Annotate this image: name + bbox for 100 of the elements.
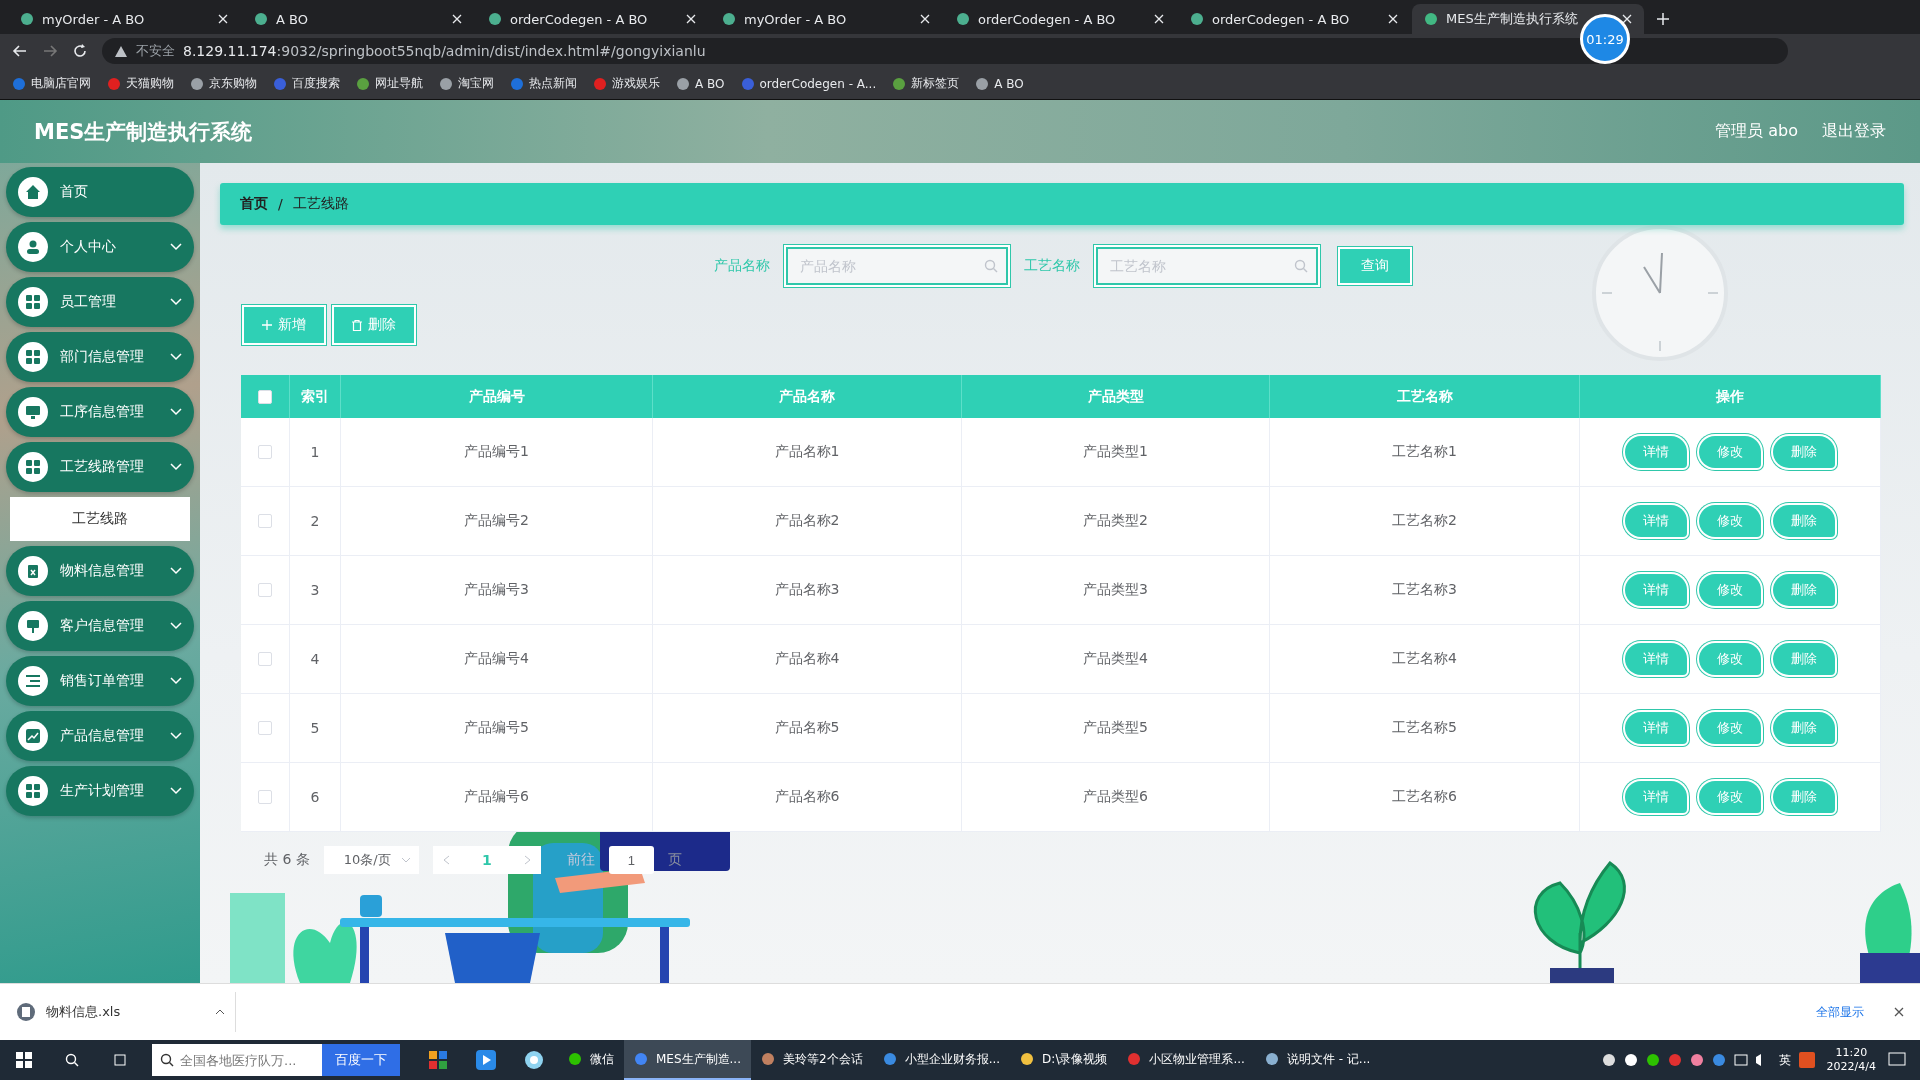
browser-tab[interactable]: orderCodegen - A BO <box>476 4 708 34</box>
taskbar-app[interactable]: 小型企业财务报... <box>872 1040 1011 1080</box>
grid-icon <box>25 783 41 799</box>
app-icon <box>568 1052 582 1066</box>
browser-tab[interactable]: orderCodegen - A BO <box>944 4 1176 34</box>
row-checkbox[interactable] <box>258 583 272 597</box>
sidebar-item[interactable]: 个人中心 <box>6 222 194 272</box>
browser-tab[interactable]: myOrder - A BO <box>710 4 942 34</box>
table-cell: 产品类型5 <box>962 694 1270 763</box>
play-icon[interactable] <box>476 1050 496 1070</box>
taskbar-search-field[interactable]: 全国各地医疗队万... <box>152 1044 322 1076</box>
row-checkbox[interactable] <box>258 514 272 528</box>
table-cell: 工艺名称2 <box>1270 487 1580 556</box>
bookmark-icon <box>892 76 907 91</box>
windows-start-icon[interactable] <box>16 1052 32 1068</box>
goto-label: 前往 <box>566 851 595 869</box>
browser-tab[interactable]: myOrder - A BO <box>8 4 240 34</box>
sidebar-item[interactable]: 生产计划管理 <box>6 766 194 816</box>
download-item[interactable]: 物料信息.xls <box>16 992 236 1032</box>
sidebar-item[interactable]: 客户信息管理 <box>6 601 194 651</box>
bookmark[interactable]: 百度搜索 <box>273 75 340 92</box>
column-header: 产品编号 <box>341 375 653 418</box>
taskbar-clock[interactable]: 11:20 2022/4/4 <box>1826 1045 1876 1075</box>
page-size-select[interactable]: 10条/页 <box>323 846 419 874</box>
bookmark[interactable]: 京东购物 <box>190 75 257 92</box>
sidebar-subitem[interactable]: 工艺线路 <box>10 497 190 541</box>
browser-tab[interactable]: A BO <box>242 4 474 34</box>
chevron-down-icon <box>170 567 182 575</box>
bookmark[interactable]: 网址导航 <box>356 75 423 92</box>
ime-indicator[interactable]: 英 <box>1778 1051 1791 1069</box>
app-icon <box>1020 1052 1035 1066</box>
chevron-up-icon[interactable] <box>215 1009 225 1015</box>
table-cell: 4 <box>290 625 341 694</box>
taskbar-app[interactable]: 微信 <box>558 1040 624 1080</box>
back-icon[interactable] <box>12 43 28 59</box>
bookmark[interactable]: 新标签页 <box>892 75 960 92</box>
row-checkbox[interactable] <box>258 721 272 735</box>
url-text: 8.129.11.174:9032/springboot55nqb/admin/dist/index.html#/gongyixianlu <box>183 43 706 59</box>
app-icon <box>761 1052 775 1066</box>
table-cell: 6 <box>290 763 341 832</box>
bookmark[interactable]: orderCodegen - A... <box>740 76 877 91</box>
sidebar-item[interactable]: 工序信息管理 <box>6 387 194 437</box>
forward-icon[interactable] <box>42 43 58 59</box>
goto-page-field[interactable]: 1 <box>608 846 654 874</box>
taskbar-app[interactable]: 小区物业管理系... <box>1117 1040 1255 1080</box>
chevron-down-icon <box>170 408 182 416</box>
bookmark-icon <box>439 76 453 91</box>
taskbar-app[interactable]: MES生产制造... <box>624 1040 751 1080</box>
sidebar-item[interactable]: 首页 <box>6 167 194 217</box>
sidebar-item[interactable]: 部门信息管理 <box>6 332 194 382</box>
sidebar-item[interactable]: 销售订单管理 <box>6 656 194 706</box>
bookmark[interactable]: A BO <box>676 76 725 91</box>
sidebar-item[interactable]: 工艺线路管理 <box>6 442 194 492</box>
monitor-icon <box>25 404 41 420</box>
bookmark[interactable]: 热点新闻 <box>510 75 577 92</box>
row-checkbox[interactable] <box>258 790 272 804</box>
select-all-checkbox[interactable] <box>258 389 272 404</box>
reload-icon[interactable] <box>72 43 88 59</box>
user-name: 管理员 abo <box>1715 121 1798 142</box>
browser-tab[interactable]: MES生产制造执行系统 <box>1412 4 1644 34</box>
table-cell: 1 <box>290 418 341 487</box>
breadcrumb-current: 工艺线路 <box>292 195 349 213</box>
table-cell: 工艺名称4 <box>1270 625 1580 694</box>
chevron-down-icon <box>170 298 182 306</box>
table-cell: 产品类型2 <box>962 487 1270 556</box>
row-checkbox[interactable] <box>258 652 272 666</box>
chevron-down-icon <box>170 622 182 630</box>
bookmark[interactable]: 游戏娱乐 <box>593 75 660 92</box>
baidu-search-button[interactable]: 百度一下 <box>322 1044 400 1076</box>
total-count: 共 6 条 <box>264 851 310 869</box>
app-icon <box>882 1052 897 1066</box>
notification-icon[interactable] <box>1888 1052 1906 1068</box>
table-cell: 工艺名称5 <box>1270 694 1580 763</box>
sidebar-item[interactable]: 物料信息管理 <box>6 546 194 596</box>
chevron-down-icon <box>170 353 182 361</box>
show-all-link[interactable]: 全部显示 <box>1816 1003 1864 1021</box>
bookmark-icon <box>190 76 204 91</box>
close-icon[interactable] <box>1894 1007 1904 1017</box>
task-view-icon[interactable] <box>112 1053 128 1067</box>
new-tab-icon[interactable] <box>1656 12 1670 26</box>
sidebar-item[interactable]: 员工管理 <box>6 277 194 327</box>
site-icon <box>488 12 502 26</box>
logout-link[interactable]: 退出登录 <box>1822 121 1886 142</box>
sign-icon <box>25 618 41 634</box>
row-checkbox[interactable] <box>258 445 272 459</box>
bookmark[interactable]: 电脑店官网 <box>12 75 91 92</box>
sidebar-item[interactable]: 产品信息管理 <box>6 711 194 761</box>
browser-tab[interactable]: orderCodegen - A BO <box>1178 4 1410 34</box>
breadcrumb-link[interactable]: 首页 <box>240 195 268 213</box>
taskbar-app[interactable]: D:\录像视频 <box>1010 1040 1118 1080</box>
app-icon[interactable] <box>1798 1052 1815 1068</box>
bookmark[interactable]: 天猫购物 <box>107 75 174 92</box>
taskbar-app[interactable]: 说明文件 - 记... <box>1254 1040 1381 1080</box>
bookmark[interactable]: A BO <box>975 76 1024 91</box>
search-label: 产品名称 <box>714 257 770 275</box>
chevron-down-icon <box>170 463 182 471</box>
tiles-icon[interactable] <box>429 1051 447 1069</box>
bookmark[interactable]: 淘宝网 <box>439 75 494 92</box>
bookmark-icon <box>510 76 524 91</box>
taskbar-app[interactable]: 美玲等2个会话 <box>751 1040 873 1080</box>
